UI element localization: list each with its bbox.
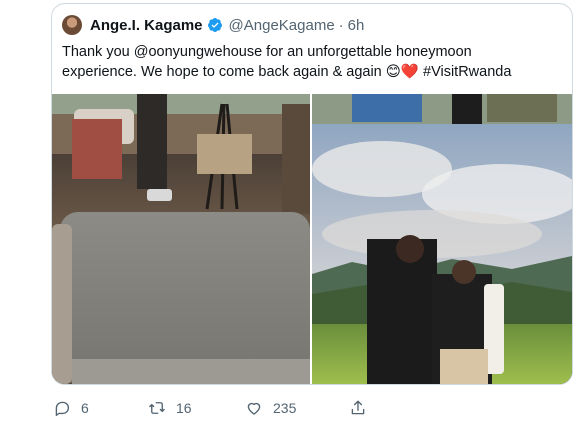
tweet-media[interactable] <box>52 94 572 384</box>
tweet-header: Ange.I. Kagame @AngeKagame · 6h <box>62 14 364 36</box>
separator-dot: · <box>338 16 344 34</box>
tweet-card[interactable]: Ange.I. Kagame @AngeKagame · 6h Thank yo… <box>51 3 573 385</box>
share-icon <box>351 400 365 415</box>
tweet-text-line-2: experience. We hope to come back again &… <box>62 62 562 82</box>
media-photo-4[interactable] <box>312 124 572 384</box>
tweet-timestamp[interactable]: 6h <box>348 17 365 34</box>
retweet-icon <box>149 402 165 414</box>
share-button[interactable] <box>349 399 367 417</box>
tweet-text-line-2-body: experience. We hope to come back again &… <box>62 64 382 80</box>
tweet-text: Thank you @oonyungwehouse for an unforge… <box>62 42 562 82</box>
verified-badge-icon <box>207 17 223 33</box>
red-heart-emoji: ❤️ <box>400 64 419 80</box>
couple-landscape-illustration <box>312 124 572 384</box>
tweet-text-line-1: Thank you @oonyungwehouse for an unforge… <box>62 44 472 60</box>
like-button[interactable]: 235 <box>245 399 349 417</box>
reply-button[interactable]: 6 <box>53 399 148 417</box>
deck-armchair-illustration <box>52 94 310 384</box>
like-count: 235 <box>273 400 297 416</box>
retweet-count: 16 <box>176 400 192 416</box>
reply-count: 6 <box>81 400 89 416</box>
author-handle[interactable]: @AngeKagame <box>229 17 335 34</box>
author-name[interactable]: Ange.I. Kagame <box>90 17 203 34</box>
cropped-photo-illustration <box>312 94 572 124</box>
retweet-button[interactable]: 16 <box>148 399 245 417</box>
hashtag-link[interactable]: #VisitRwanda <box>423 64 511 80</box>
smiling-face-emoji: 😊 <box>385 64 401 80</box>
tweet-actions: 6 16 235 <box>53 396 473 420</box>
reply-icon <box>55 401 70 417</box>
media-photo-3[interactable] <box>312 94 572 124</box>
avatar[interactable] <box>62 15 82 35</box>
media-photo-2[interactable] <box>312 94 572 384</box>
media-photo-1[interactable] <box>52 94 310 384</box>
like-icon <box>247 402 261 415</box>
